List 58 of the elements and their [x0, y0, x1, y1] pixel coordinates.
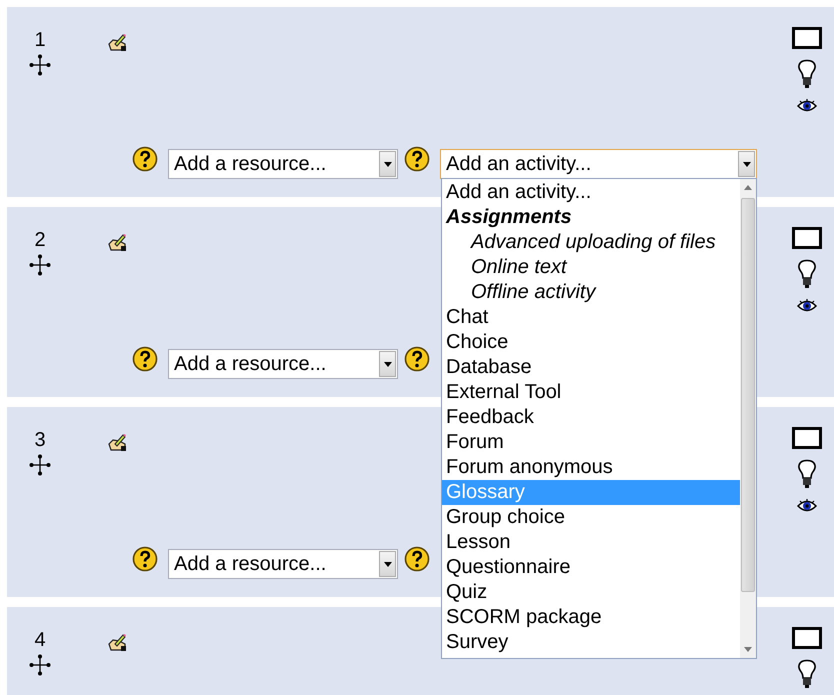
help-icon[interactable]: [404, 546, 430, 572]
help-icon[interactable]: [132, 346, 158, 372]
caret-icon: [384, 162, 392, 166]
lightbulb-icon[interactable]: [797, 459, 817, 489]
help-icon[interactable]: [132, 546, 158, 572]
help-icon[interactable]: [132, 146, 158, 172]
caret-icon: [384, 562, 392, 566]
activity-option[interactable]: Forum anonymous: [442, 455, 740, 480]
hand-pencil-icon[interactable]: [107, 632, 127, 652]
resource-select[interactable]: Add a resource...: [168, 149, 398, 179]
caret-icon: [384, 362, 392, 366]
activity-option[interactable]: Feedback: [442, 405, 740, 430]
activity-option[interactable]: SCORM package: [442, 605, 740, 630]
help-icon[interactable]: [404, 146, 430, 172]
activity-option[interactable]: Add an activity...: [442, 180, 740, 205]
lightbulb-icon[interactable]: [797, 59, 817, 89]
hand-pencil-icon[interactable]: [107, 32, 127, 52]
lightbulb-icon[interactable]: [797, 259, 817, 289]
resource-select[interactable]: Add a resource...: [168, 349, 398, 379]
eye-icon[interactable]: [797, 299, 817, 313]
square-icon[interactable]: [792, 27, 822, 49]
section-number: 1: [34, 29, 46, 51]
activity-option[interactable]: Online text: [442, 255, 740, 280]
activity-option[interactable]: Survey: [442, 630, 740, 655]
resource-select[interactable]: Add a resource...: [168, 549, 398, 579]
section-number: 4: [34, 629, 46, 651]
scroll-up-icon[interactable]: [744, 185, 752, 190]
move-icon[interactable]: [29, 454, 51, 476]
eye-icon[interactable]: [797, 499, 817, 513]
activity-option[interactable]: Assignments: [442, 205, 740, 230]
activity-option[interactable]: Lesson: [442, 530, 740, 555]
caret-icon: [742, 162, 750, 166]
activity-option[interactable]: Choice: [442, 330, 740, 355]
section-number: 2: [34, 229, 46, 251]
hand-pencil-icon[interactable]: [107, 432, 127, 452]
activity-option[interactable]: Forum: [442, 430, 740, 455]
square-icon[interactable]: [792, 427, 822, 449]
activity-option[interactable]: External Tool: [442, 380, 740, 405]
activity-option[interactable]: Database: [442, 355, 740, 380]
activity-option[interactable]: Quiz: [442, 580, 740, 605]
activity-option[interactable]: Questionnaire: [442, 555, 740, 580]
move-icon[interactable]: [29, 654, 51, 676]
help-icon[interactable]: [404, 346, 430, 372]
eye-icon[interactable]: [797, 99, 817, 113]
section-number: 3: [34, 429, 46, 451]
square-icon[interactable]: [792, 627, 822, 649]
activity-option[interactable]: Chat: [442, 305, 740, 330]
activity-select[interactable]: Add an activity...: [440, 149, 757, 179]
activity-option[interactable]: Offline activity: [442, 280, 740, 305]
square-icon[interactable]: [792, 227, 822, 249]
activity-option[interactable]: Group choice: [442, 505, 740, 530]
move-icon[interactable]: [29, 54, 51, 76]
scroll-down-icon[interactable]: [744, 647, 752, 652]
activity-option[interactable]: Advanced uploading of files: [442, 230, 740, 255]
scrollbar[interactable]: [740, 179, 756, 658]
lightbulb-icon[interactable]: [797, 659, 817, 689]
hand-pencil-icon[interactable]: [107, 232, 127, 252]
move-icon[interactable]: [29, 254, 51, 276]
